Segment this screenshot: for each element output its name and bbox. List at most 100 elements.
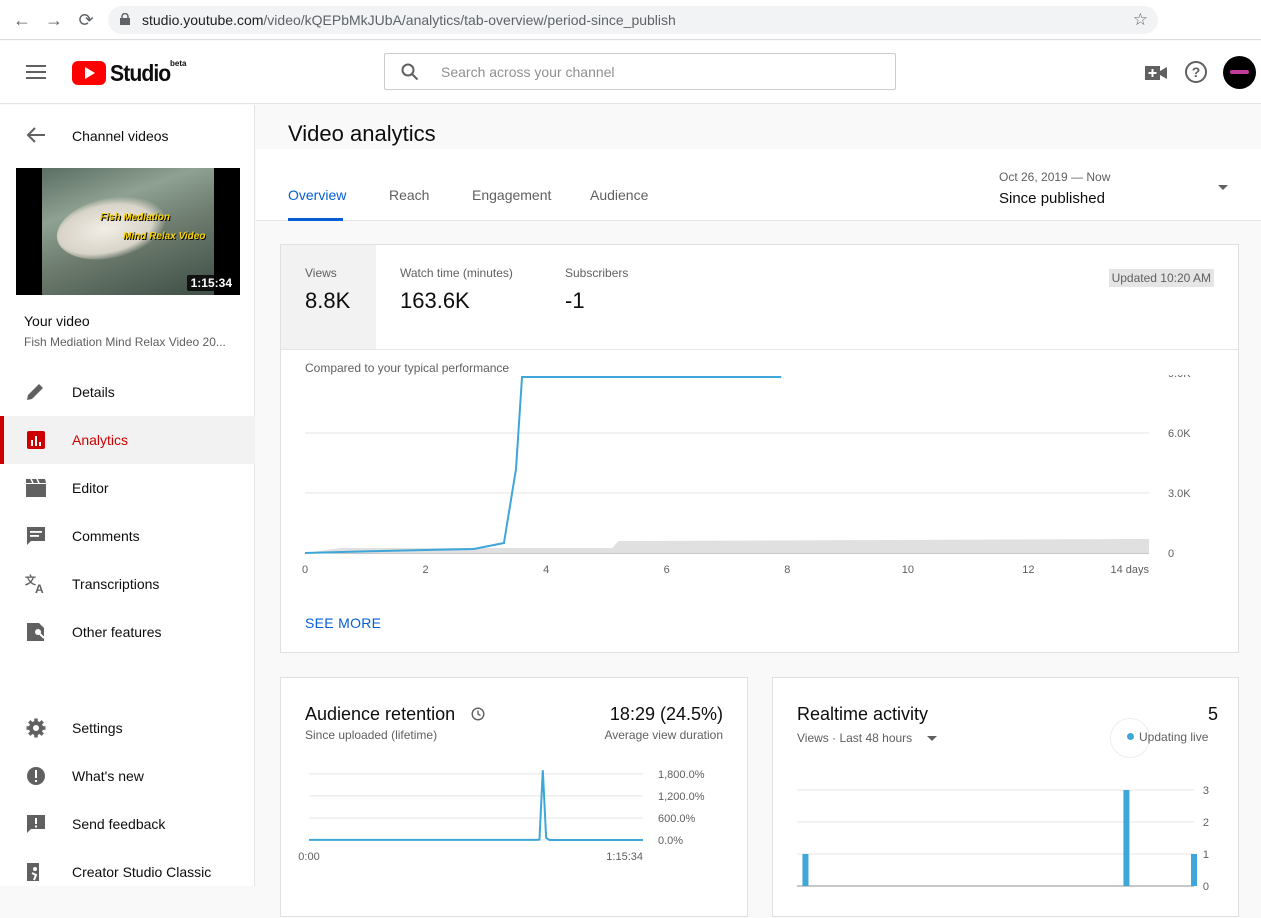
sidebar-item-transcriptions[interactable]: 文A Transcriptions — [0, 560, 255, 608]
sidebar-item-label: Creator Studio Classic — [72, 864, 212, 880]
browser-forward-icon[interactable]: → — [44, 10, 64, 30]
sidebar-item-whats-new[interactable]: What's new — [0, 752, 255, 800]
sidebar-item-analytics[interactable]: Analytics — [0, 416, 255, 464]
menu-icon[interactable] — [26, 65, 46, 79]
lock-icon — [120, 13, 130, 25]
sidebar-item-editor[interactable]: Editor — [0, 464, 255, 512]
logo-beta-badge: beta — [170, 59, 187, 68]
metric-subscribers[interactable]: Subscribers -1 — [541, 245, 661, 349]
sidebar-item-label: Editor — [72, 480, 109, 496]
realtime-views-value: 5 — [1207, 704, 1218, 724]
metric-label: Subscribers — [565, 266, 629, 280]
analytics-icon — [27, 431, 45, 449]
y-tick-label: 2 — [1203, 817, 1209, 829]
avatar[interactable] — [1223, 56, 1256, 89]
sidebar-item-label: Other features — [72, 624, 162, 640]
clock-icon[interactable] — [471, 707, 485, 721]
retention-series-line — [308, 770, 644, 841]
metric-value: 163.6K — [400, 288, 470, 313]
url-text: studio.youtube.com/video/kQEPbMkJUbA/ana… — [142, 12, 676, 28]
sidebar-item-comments[interactable]: Comments — [0, 512, 255, 560]
feedback-icon — [27, 815, 45, 833]
main-content: Video analytics Overview Reach Engagemen… — [256, 105, 1261, 917]
x-tick-label: 0 — [302, 564, 308, 576]
address-bar[interactable]: studio.youtube.com/video/kQEPbMkJUbA/ana… — [108, 6, 1158, 34]
y-tick-label: 9.0K — [1168, 375, 1191, 380]
reload-icon[interactable]: ⟳ — [76, 10, 96, 30]
bookmark-star-icon[interactable]: ☆ — [1133, 10, 1148, 30]
metric-watch-time[interactable]: Watch time (minutes) 163.6K — [376, 245, 541, 349]
overview-card: Views 8.8K Watch time (minutes) 163.6K S… — [280, 244, 1239, 653]
thumbnail-text-line1: Fish Mediation — [100, 212, 170, 223]
help-icon[interactable]: ? — [1185, 61, 1207, 83]
realtime-chart: 0 1 2 3 — [797, 785, 1209, 893]
sidebar-item-label: Transcriptions — [72, 576, 160, 592]
x-tick-label: 6 — [664, 564, 670, 576]
sidebar-item-settings[interactable]: Settings — [0, 704, 255, 752]
y-tick-label: 0 — [1203, 881, 1209, 893]
metric-value: -1 — [565, 288, 585, 313]
metrics-divider — [281, 349, 1238, 350]
y-tick-label: 3 — [1203, 785, 1209, 797]
realtime-period-selector[interactable]: Views · Last 48 hours — [797, 731, 912, 745]
updated-badge: Updated 10:20 AM — [1108, 269, 1214, 287]
video-title: Fish Mediation Mind Relax Video 20... — [24, 335, 226, 349]
features-icon — [27, 623, 45, 641]
browser-toolbar: ← → ⟳ studio.youtube.com/video/kQEPbMkJU… — [0, 0, 1261, 40]
chevron-down-icon[interactable] — [927, 736, 937, 741]
video-duration: 1:15:34 — [186, 275, 236, 291]
sidebar-item-send-feedback[interactable]: Send feedback — [0, 800, 255, 848]
video-thumbnail[interactable]: Fish Mediation Mind Relax Video 1:15:34 — [16, 168, 240, 295]
studio-logo[interactable]: Studio beta — [72, 59, 186, 87]
average-view-duration-value: 18:29 (24.5%) — [609, 704, 723, 724]
sidebar-item-label: Comments — [72, 528, 140, 544]
sidebar-item-details[interactable]: Details — [0, 368, 255, 416]
metric-label: Views — [305, 266, 337, 280]
tab-audience[interactable]: Audience — [590, 187, 648, 203]
exit-icon — [27, 863, 39, 881]
search-input[interactable] — [441, 54, 881, 89]
your-video-label: Your video — [24, 313, 90, 329]
tab-engagement[interactable]: Engagement — [472, 187, 551, 203]
x-tick-label: 2 — [423, 564, 429, 576]
views-series-line — [304, 376, 782, 554]
pencil-icon — [27, 384, 43, 400]
studio-header: Studio beta ? — [0, 41, 1261, 104]
x-tick-label: 4 — [543, 564, 549, 576]
see-more-link[interactable]: SEE MORE — [305, 615, 381, 631]
y-tick-label: 1,800.0% — [658, 769, 705, 781]
x-tick-label: 12 — [1022, 564, 1034, 576]
metric-value: 8.8K — [305, 288, 351, 313]
youtube-play-icon — [72, 61, 106, 85]
back-label: Channel videos — [72, 128, 169, 144]
card-title: Realtime activity — [797, 704, 929, 724]
page-title: Video analytics — [288, 121, 436, 146]
sidebar-item-label: Settings — [72, 720, 123, 736]
browser-back-icon[interactable]: ← — [12, 10, 32, 30]
search-box[interactable] — [384, 53, 896, 90]
thumbnail-text-line2: Mind Relax Video — [123, 231, 206, 242]
typical-performance-band — [305, 539, 1149, 553]
x-tick-label: 1:15:34 — [606, 851, 643, 863]
views-chart: 0 3.0K 6.0K 9.0K 0 2 4 6 8 10 12 14 days — [302, 375, 1191, 576]
chevron-down-icon[interactable] — [1218, 185, 1228, 190]
tab-reach[interactable]: Reach — [389, 187, 429, 203]
compare-label: Compared to your typical performance — [305, 361, 510, 375]
sidebar-item-label: Analytics — [72, 432, 129, 448]
translate-icon: 文A — [25, 574, 44, 594]
arrow-back-icon — [26, 127, 45, 143]
sidebar-item-creator-studio-classic[interactable]: Creator Studio Classic — [0, 848, 255, 896]
x-tick-label: 8 — [784, 564, 790, 576]
sidebar-item-label: What's new — [72, 768, 144, 784]
metric-views[interactable]: Views 8.8K — [281, 245, 376, 349]
back-to-channel-videos[interactable]: Channel videos — [0, 119, 255, 153]
y-tick-label: 3.0K — [1168, 488, 1191, 500]
retention-chart: 0.0% 600.0% 1,200.0% 1,800.0% 0:00 1:15:34 — [298, 769, 705, 863]
sidebar-item-other-features[interactable]: Other features — [0, 608, 255, 656]
realtime-bar — [1191, 854, 1197, 886]
tab-overview[interactable]: Overview — [288, 187, 346, 203]
sidebar-item-label: Details — [72, 384, 115, 400]
y-tick-label: 600.0% — [658, 813, 696, 825]
x-tick-label: 10 — [902, 564, 914, 576]
create-video-icon[interactable] — [1145, 65, 1167, 81]
